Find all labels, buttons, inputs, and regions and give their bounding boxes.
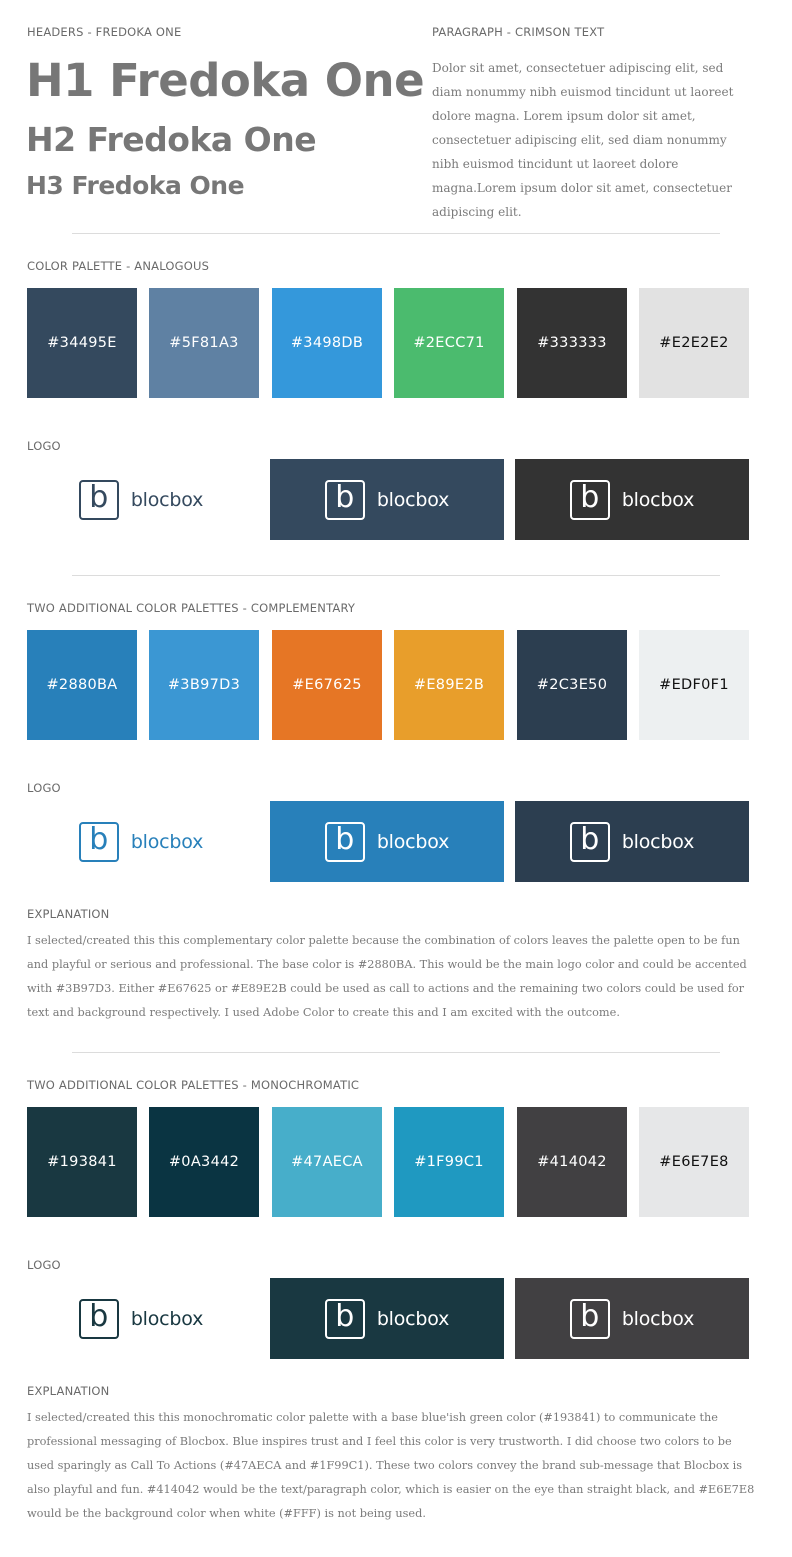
color-swatch: #3498DB (272, 288, 382, 398)
color-swatch: #333333 (517, 288, 627, 398)
analogous-label: COLOR PALETTE - ANALOGOUS (27, 259, 210, 273)
swatch-hex-label: #333333 (537, 335, 607, 351)
color-swatch: #EDF0F1 (639, 630, 749, 740)
color-swatch: #E67625 (272, 630, 382, 740)
logo-panel: b blocbox (270, 1278, 504, 1359)
color-swatch: #414042 (517, 1107, 627, 1217)
logo-b-icon: b (78, 479, 119, 520)
color-swatch: #3B97D3 (149, 630, 259, 740)
logo-panel: b blocbox (515, 801, 749, 882)
logo-wordmark: blocbox (130, 830, 204, 853)
complementary-explanation: I selected/created this this complementa… (27, 934, 747, 1019)
logo-b-icon: b (324, 821, 365, 862)
swatch-hex-label: #1F99C1 (414, 1154, 484, 1170)
complementary-label: TWO ADDITIONAL COLOR PALETTES - COMPLEME… (27, 601, 356, 615)
monochromatic-logo-label: LOGO (27, 1258, 61, 1272)
swatch-hex-label: #34495E (47, 335, 117, 351)
monochromatic-explanation-label: EXPLANATION (27, 1384, 110, 1398)
swatch-hex-label: #2C3E50 (536, 677, 608, 693)
swatch-hex-label: #0A3442 (168, 1154, 240, 1170)
logo-b-icon: b (569, 821, 610, 862)
swatch-hex-label: #E67625 (292, 677, 362, 693)
paragraph-label: PARAGRAPH - CRIMSON TEXT (432, 25, 605, 39)
logo-panel: b blocbox (515, 459, 749, 540)
logo-b-icon: b (569, 479, 610, 520)
color-swatch: #E89E2B (394, 630, 504, 740)
logo-wordmark: blocbox (376, 1307, 450, 1330)
swatch-hex-label: #193841 (47, 1154, 117, 1170)
headers-label: HEADERS - FREDOKA ONE (27, 25, 182, 39)
monochromatic-label: TWO ADDITIONAL COLOR PALETTES - MONOCHRO… (27, 1078, 360, 1092)
swatch-hex-label: #47AECA (291, 1154, 363, 1170)
logo-b-icon: b (324, 1298, 365, 1339)
logo-wordmark: blocbox (621, 1307, 695, 1330)
logo-panel: b blocbox (270, 801, 504, 882)
analogous-logo-label: LOGO (27, 439, 61, 453)
color-swatch: #5F81A3 (149, 288, 259, 398)
color-swatch: #1F99C1 (394, 1107, 504, 1217)
swatch-hex-label: #E89E2B (413, 677, 485, 693)
logo-wordmark: blocbox (376, 830, 450, 853)
paragraph-sample: Dolor sit amet, consectetuer adipiscing … (432, 61, 734, 219)
complementary-logo-label: LOGO (27, 781, 61, 795)
logo-panel: b blocbox (515, 1278, 749, 1359)
color-swatch: #E2E2E2 (639, 288, 749, 398)
logo-b-icon: b (78, 821, 119, 862)
logo-panel: b blocbox (24, 801, 258, 882)
swatch-hex-label: #EDF0F1 (659, 677, 729, 693)
blocbox-logo: b blocbox (569, 479, 695, 520)
blocbox-logo: b blocbox (569, 1298, 695, 1339)
swatch-hex-label: #3498DB (290, 335, 364, 351)
swatch-hex-label: #E2E2E2 (659, 335, 729, 351)
logo-b-icon: b (78, 1298, 119, 1339)
swatch-hex-label: #2ECC71 (413, 335, 485, 351)
swatch-hex-label: #414042 (537, 1154, 607, 1170)
heading-3-sample: H3 Fredoka One (26, 171, 245, 200)
blocbox-logo: b blocbox (324, 1298, 450, 1339)
blocbox-logo: b blocbox (78, 1298, 204, 1339)
logo-wordmark: blocbox (376, 488, 450, 511)
blocbox-logo: b blocbox (324, 821, 450, 862)
color-swatch: #E6E7E8 (639, 1107, 749, 1217)
complementary-explanation-label: EXPLANATION (27, 907, 110, 921)
swatch-hex-label: #2880BA (46, 677, 118, 693)
logo-wordmark: blocbox (621, 488, 695, 511)
divider (72, 1052, 720, 1053)
logo-b-icon: b (324, 479, 365, 520)
heading-1-sample: H1 Fredoka One (26, 54, 425, 107)
logo-wordmark: blocbox (130, 1307, 204, 1330)
divider (72, 575, 720, 576)
monochromatic-explanation: I selected/created this this monochromat… (27, 1411, 755, 1520)
logo-wordmark: blocbox (621, 830, 695, 853)
color-swatch: #2ECC71 (394, 288, 504, 398)
color-swatch: #34495E (27, 288, 137, 398)
blocbox-logo: b blocbox (324, 479, 450, 520)
color-swatch: #2C3E50 (517, 630, 627, 740)
logo-wordmark: blocbox (130, 488, 204, 511)
logo-panel: b blocbox (24, 1278, 258, 1359)
swatch-hex-label: #3B97D3 (167, 677, 241, 693)
swatch-hex-label: #5F81A3 (169, 335, 239, 351)
color-swatch: #0A3442 (149, 1107, 259, 1217)
logo-panel: b blocbox (24, 459, 258, 540)
blocbox-logo: b blocbox (78, 479, 204, 520)
color-swatch: #193841 (27, 1107, 137, 1217)
blocbox-logo: b blocbox (78, 821, 204, 862)
blocbox-logo: b blocbox (569, 821, 695, 862)
heading-2-sample: H2 Fredoka One (26, 120, 317, 159)
color-swatch: #2880BA (27, 630, 137, 740)
divider (72, 233, 720, 234)
swatch-hex-label: #E6E7E8 (659, 1154, 729, 1170)
color-swatch: #47AECA (272, 1107, 382, 1217)
logo-panel: b blocbox (270, 459, 504, 540)
logo-b-icon: b (569, 1298, 610, 1339)
